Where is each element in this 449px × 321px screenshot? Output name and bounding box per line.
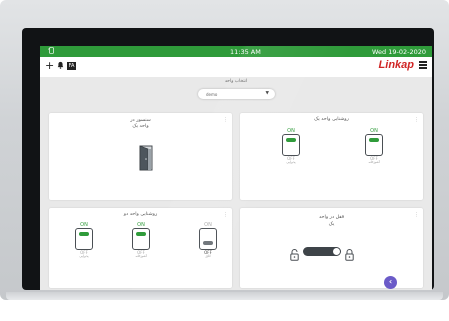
- unit-selector-label: انتخاب واحد: [224, 79, 248, 84]
- caret-down-icon: ▼: [265, 91, 269, 96]
- bell-icon[interactable]: [57, 61, 64, 71]
- light-switch[interactable]: ON OFF پذیرایی: [73, 222, 95, 258]
- unit-selector[interactable]: demo ▼: [198, 89, 275, 99]
- switch-body[interactable]: [282, 134, 300, 156]
- switch-name: اتاق: [205, 254, 211, 258]
- lock-closed-icon: [345, 246, 354, 265]
- switch-knob: [369, 138, 379, 142]
- brand-logo: Linkap: [378, 59, 414, 71]
- card-title-line2: واحد یک: [132, 124, 149, 129]
- card-title: روشنایی واحد دو: [123, 212, 158, 217]
- light-switch[interactable]: ON OFF آشپزخانه: [363, 128, 385, 164]
- lock-toggle-knob: [332, 248, 340, 255]
- card-title-line2: یک: [328, 222, 335, 227]
- door-lock-card: ⋮ قفل در واحد یک: [240, 208, 423, 288]
- switch-body[interactable]: [199, 228, 217, 250]
- lock-open-icon: [290, 246, 299, 265]
- lights-unit1-card: ⋮ روشنایی واحد یک ON OFF پذیرایی ON OFF …: [240, 113, 423, 200]
- switch-name: پذیرایی: [286, 160, 296, 164]
- switch-body[interactable]: [365, 134, 383, 156]
- hamburger-menu-icon[interactable]: [419, 61, 427, 70]
- tablet-frame-bottom: [6, 292, 443, 300]
- plus-icon[interactable]: +: [45, 60, 54, 71]
- light-switch[interactable]: ON OFF آشپزخانه: [130, 222, 152, 258]
- status-date: Wed 19-02-2020: [371, 47, 426, 56]
- switch-body[interactable]: [75, 228, 93, 250]
- open-door-icon: [137, 145, 155, 171]
- unit-selector-value: demo: [206, 91, 218, 97]
- switch-name: آشپزخانه: [368, 160, 380, 164]
- switch-knob: [79, 232, 89, 236]
- light-switch[interactable]: ON OFF اتاق: [197, 222, 219, 258]
- switch-knob: [136, 232, 146, 236]
- switch-knob: [203, 241, 213, 245]
- door-sensor-card[interactable]: ⋮ سنسور در واحد یک: [49, 113, 232, 200]
- lock-toggle[interactable]: [303, 247, 341, 256]
- chevron-left-icon[interactable]: ‹: [384, 276, 397, 289]
- language-badge[interactable]: FA: [67, 62, 76, 70]
- switch-body[interactable]: [132, 228, 150, 250]
- app-bar: + FA Linkap: [40, 57, 432, 77]
- light-switch[interactable]: ON OFF پذیرایی: [280, 128, 302, 164]
- switch-name: پذیرایی: [79, 254, 89, 258]
- switch-name: آشپزخانه: [135, 254, 147, 258]
- lock-toggle-row: [290, 246, 360, 261]
- switch-knob: [286, 138, 296, 142]
- status-time: 11:35 AM: [230, 47, 261, 56]
- lights-unit2-card: ⋮ روشنایی واحد دو ON OFF پذیرایی ON OFF …: [49, 208, 232, 288]
- card-title: روشنایی واحد یک: [314, 117, 349, 122]
- card-title: قفل در واحد: [319, 215, 344, 220]
- tablet-screen: 11:35 AM Wed 19-02-2020 + FA Linkap انتخ…: [40, 46, 432, 290]
- status-bar: 11:35 AM Wed 19-02-2020: [40, 46, 432, 57]
- screen-rotate-icon: [48, 47, 55, 56]
